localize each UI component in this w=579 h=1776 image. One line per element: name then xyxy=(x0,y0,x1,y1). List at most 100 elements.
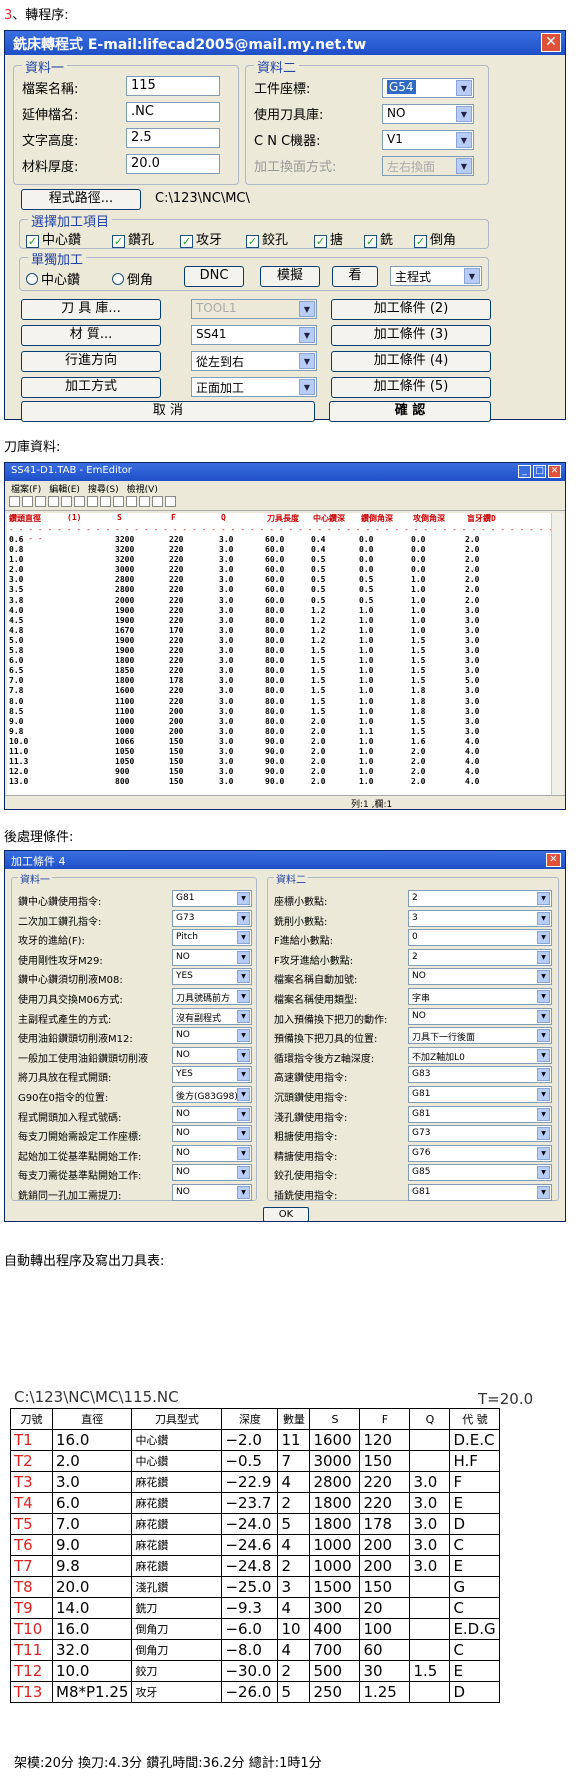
editor-cell: 3.0 xyxy=(465,635,480,645)
condition-select[interactable]: NO ▼ xyxy=(172,1125,252,1143)
condition-select[interactable]: NO ▼ xyxy=(172,948,252,966)
tool-library-button[interactable]: 刀 具 庫... xyxy=(21,299,161,320)
condition-select[interactable]: G81 ▼ xyxy=(408,1086,552,1103)
check-chamfer[interactable]: ✓ 倒角 xyxy=(414,229,456,248)
condition-select[interactable]: NO ▼ xyxy=(408,968,552,986)
check-drill[interactable]: ✓ 鑽孔 xyxy=(112,229,154,248)
confirm-button[interactable]: 確 認 xyxy=(329,401,491,422)
cancel-button[interactable]: 取 消 xyxy=(21,401,315,422)
material-select[interactable]: SS41 ▼ xyxy=(191,325,317,345)
menu-edit[interactable]: 編輯(E) xyxy=(49,485,80,495)
condition-select[interactable]: NO ▼ xyxy=(408,1007,552,1025)
direction-select[interactable]: 從左到右 ▼ xyxy=(191,351,317,371)
minimize-icon[interactable]: _ xyxy=(518,465,531,478)
chevron-down-icon: ▼ xyxy=(237,1127,250,1141)
cnc-select[interactable]: V1 ▼ xyxy=(382,130,474,150)
condition-select[interactable]: 不加Z軸加L0 ▼ xyxy=(408,1046,552,1064)
ok-button[interactable]: OK xyxy=(263,1207,309,1221)
main-program-select[interactable]: 主程式 ▼ xyxy=(390,266,482,286)
menu-view[interactable]: 檢視(V) xyxy=(127,485,158,495)
table-row: T10 16.0 倒角刀 −6.0 10 400 100 E.D.G xyxy=(10,1618,501,1640)
condition-select[interactable]: NO ▼ xyxy=(172,1164,252,1182)
condition-5-button[interactable]: 加工條件 (5) xyxy=(331,377,491,398)
close-icon[interactable]: ✕ xyxy=(546,853,561,867)
find-prev-icon[interactable] xyxy=(152,496,163,507)
condition-select[interactable]: G83 ▼ xyxy=(408,1066,552,1084)
condition-select[interactable]: 0 ▼ xyxy=(408,929,552,947)
method-select[interactable]: 正面加工 ▼ xyxy=(191,377,317,397)
editor-cell: 1.0 xyxy=(359,646,374,656)
check-bore[interactable]: ✓ 搪 xyxy=(314,229,343,248)
condition-2-button[interactable]: 加工條件 (2) xyxy=(331,299,491,320)
editor-text-area[interactable]: 鑽頭直徑 (1) S F Q 刀具長度 中心鑽深 鑽倒角深 攻倒角深 盲牙鑽D - - - - - … xyxy=(7,513,554,795)
coord-select[interactable]: G54 ▼ xyxy=(382,78,474,98)
direction-button[interactable]: 行進方向 xyxy=(21,351,161,372)
cut-icon[interactable] xyxy=(61,496,72,507)
menu-search[interactable]: 搜尋(S) xyxy=(88,485,119,495)
open-icon[interactable] xyxy=(22,496,33,507)
menu-file[interactable]: 檔案(F) xyxy=(11,485,41,495)
condition-select[interactable]: YES ▼ xyxy=(172,1066,252,1084)
view-button[interactable]: 看 xyxy=(332,266,378,287)
condition-3-button[interactable]: 加工條件 (3) xyxy=(331,325,491,346)
condition-select[interactable]: G81 ▼ xyxy=(172,890,252,907)
copy-icon[interactable] xyxy=(74,496,85,507)
thickness-input[interactable]: 20.0 xyxy=(126,154,220,174)
condition-select[interactable]: G85 ▼ xyxy=(408,1164,552,1182)
condition-select[interactable]: 沒有副程式 ▼ xyxy=(172,1007,252,1025)
condition-select[interactable]: NO ▼ xyxy=(172,1184,252,1201)
report-file-path: C:\123\NC\MC\115.NC xyxy=(14,1388,179,1406)
program-path-button[interactable]: 程式路徑... xyxy=(21,189,141,210)
condition-select[interactable]: 2 ▼ xyxy=(408,948,552,966)
new-icon[interactable] xyxy=(9,496,20,507)
paste-icon[interactable] xyxy=(87,496,98,507)
file-name-input[interactable]: 115 xyxy=(126,76,220,96)
condition-select[interactable]: 3 ▼ xyxy=(408,909,552,927)
find-next-icon[interactable] xyxy=(139,496,150,507)
condition-select[interactable]: G81 ▼ xyxy=(408,1105,552,1123)
condition-select[interactable]: 後方(G83G98) ▼ xyxy=(172,1086,252,1103)
condition-4-button[interactable]: 加工條件 (4) xyxy=(331,351,491,372)
material-button[interactable]: 材 質... xyxy=(21,325,161,346)
redo-icon[interactable] xyxy=(113,496,124,507)
dnc-button[interactable]: DNC xyxy=(184,266,244,287)
check-ream[interactable]: ✓ 鉸孔 xyxy=(246,229,288,248)
save-icon[interactable] xyxy=(35,496,46,507)
condition-select[interactable]: NO ▼ xyxy=(172,1105,252,1123)
undo-icon[interactable] xyxy=(100,496,111,507)
condition-select[interactable]: 刀具號碼前方 ▼ xyxy=(172,988,252,1005)
radio-chamfer[interactable]: 倒角 xyxy=(112,269,153,288)
editor-cell: 3.0 xyxy=(9,575,24,585)
check-tap[interactable]: ✓ 攻牙 xyxy=(180,229,222,248)
condition-select[interactable]: YES ▼ xyxy=(172,968,252,986)
close-icon[interactable]: ✕ xyxy=(548,465,561,478)
condition-select[interactable]: Pitch ▼ xyxy=(172,929,252,947)
method-button[interactable]: 加工方式 xyxy=(21,377,161,398)
close-icon[interactable]: ✕ xyxy=(541,33,561,52)
print-icon[interactable] xyxy=(48,496,59,507)
radio-center-drill[interactable]: 中心鑽 xyxy=(26,269,80,288)
condition-select[interactable]: 2 ▼ xyxy=(408,890,552,907)
simulate-button[interactable]: 模擬 xyxy=(260,266,320,287)
check-mill[interactable]: ✓ 銑 xyxy=(364,229,393,248)
table-header-cell: 代 號 xyxy=(449,1408,501,1430)
condition-select[interactable]: 刀具下一行後面 ▼ xyxy=(408,1027,552,1045)
find-icon[interactable] xyxy=(126,496,137,507)
direction-value: 從左到右 xyxy=(196,355,245,369)
vertical-scrollbar[interactable] xyxy=(551,513,563,795)
wrap-icon[interactable] xyxy=(165,496,176,507)
check-center-drill[interactable]: ✓ 中心鑽 xyxy=(26,229,81,248)
extension-input[interactable]: .NC xyxy=(126,102,220,122)
maximize-icon[interactable]: □ xyxy=(533,465,546,478)
condition-select[interactable]: NO ▼ xyxy=(172,1046,252,1064)
condition-select[interactable]: G73 ▼ xyxy=(408,1125,552,1143)
condition-select[interactable]: 字串 ▼ xyxy=(408,988,552,1005)
condition-select[interactable]: G76 ▼ xyxy=(408,1144,552,1162)
table-cell: 麻花鑽 xyxy=(131,1471,223,1493)
condition-select[interactable]: G81 ▼ xyxy=(408,1184,552,1201)
condition-select[interactable]: G73 ▼ xyxy=(172,909,252,927)
use-lib-select[interactable]: NO ▼ xyxy=(382,104,474,124)
condition-select[interactable]: NO ▼ xyxy=(172,1027,252,1045)
condition-select[interactable]: NO ▼ xyxy=(172,1144,252,1162)
text-height-input[interactable]: 2.5 xyxy=(126,128,220,148)
